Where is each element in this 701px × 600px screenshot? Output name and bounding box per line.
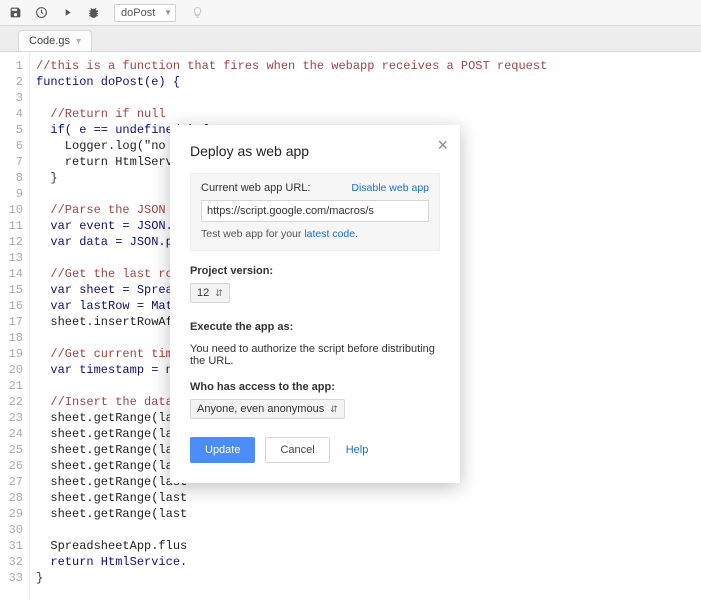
chevron-updown-icon: ⇵ — [330, 404, 338, 415]
test-text: Test web app for your latest code. — [201, 228, 429, 240]
update-button[interactable]: Update — [190, 437, 255, 463]
cancel-button[interactable]: Cancel — [265, 437, 329, 463]
url-label: Current web app URL: — [201, 182, 310, 194]
access-select[interactable]: Anyone, even anonymous ⇵ — [190, 399, 345, 419]
execute-label: Execute the app as: — [190, 321, 440, 333]
version-select[interactable]: 12 ⇵ — [190, 283, 230, 303]
access-label: Who has access to the app: — [190, 381, 440, 393]
dialog-title: Deploy as web app — [190, 143, 440, 159]
button-row: Update Cancel Help — [190, 437, 440, 463]
url-input[interactable] — [201, 200, 429, 222]
authorize-text: You need to authorize the script before … — [190, 343, 440, 367]
url-block: Current web app URL: Disable web app Tes… — [190, 173, 440, 251]
access-value: Anyone, even anonymous — [197, 403, 324, 415]
help-link[interactable]: Help — [346, 444, 369, 456]
modal-backdrop: × Deploy as web app Current web app URL:… — [0, 0, 701, 600]
version-label: Project version: — [190, 265, 440, 277]
deploy-dialog: × Deploy as web app Current web app URL:… — [170, 125, 460, 483]
close-icon[interactable]: × — [437, 135, 448, 156]
disable-link[interactable]: Disable web app — [351, 182, 429, 194]
chevron-updown-icon: ⇵ — [215, 288, 223, 299]
latest-code-link[interactable]: latest code — [304, 228, 355, 240]
version-value: 12 — [197, 287, 209, 299]
